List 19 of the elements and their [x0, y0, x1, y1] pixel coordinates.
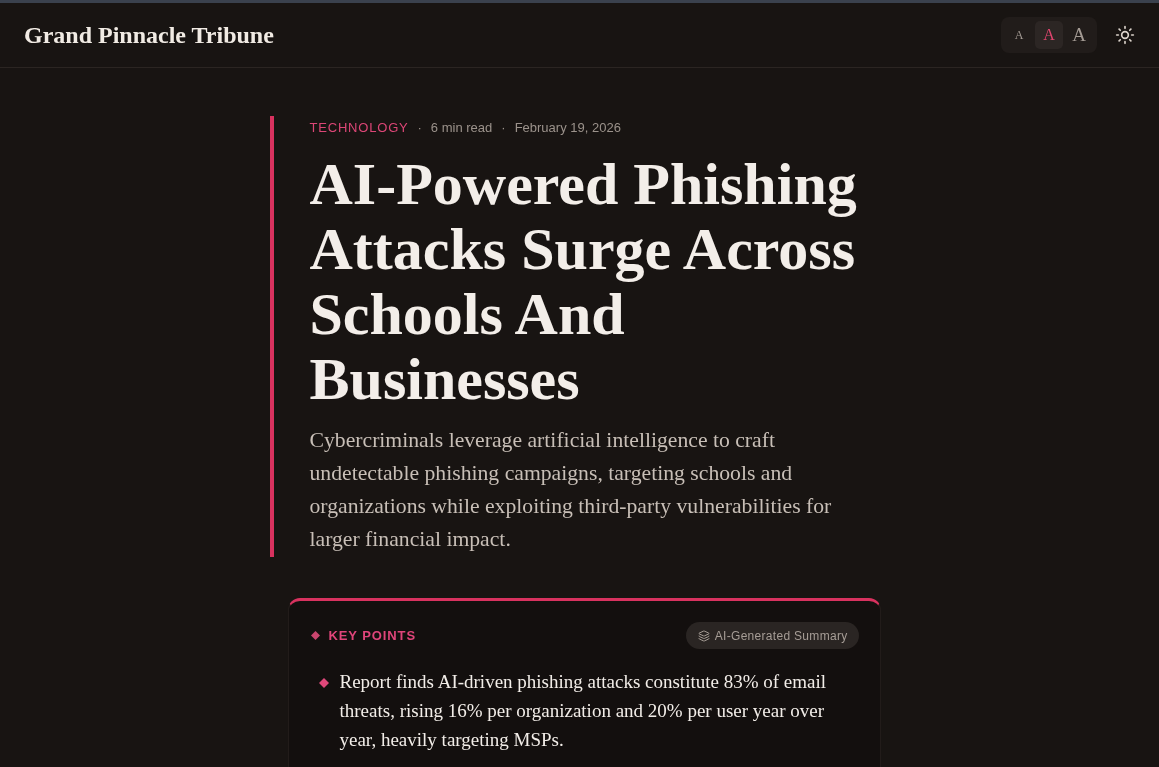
- key-points-heading: KEY POINTS: [328, 628, 416, 643]
- summary-label: AI-Generated Summary: [714, 628, 848, 643]
- read-time: 6 min read: [430, 119, 493, 135]
- article-summary: Cybercriminals leverage artificial intelligence to craft undetectable phishing campaigns, targeting schools and organizations while exploiting third-party vulnerabilities for larger financial impact.: [309, 427, 833, 553]
- category-label[interactable]: TECHNOLOGY: [309, 119, 409, 135]
- sun-icon: [1115, 25, 1135, 45]
- meta-separator: ·: [501, 119, 506, 135]
- text-size-button[interactable]: A: [1035, 21, 1063, 49]
- diamond-bullet-icon: [318, 678, 329, 688]
- publish-date: February 19, 2026: [514, 119, 621, 135]
- theme-toggle-button[interactable]: [1115, 25, 1135, 45]
- key-point-text: Report finds AI-driven phishing attacks constitute 83% of email threats, rising 16% per organization and 20% per user year over year, heavily targeting MSPs.: [339, 670, 827, 752]
- site-title: Grand Pinnacle Tribune: [24, 21, 274, 49]
- diamond-icon: [310, 631, 320, 640]
- article-title: AI-Powered Phishing Attacks Surge Across Schools And Businesses: [309, 152, 858, 412]
- text-size-button[interactable]: A: [1005, 21, 1033, 49]
- text-size-button[interactable]: A: [1065, 21, 1093, 49]
- layers-icon: [697, 629, 710, 642]
- meta-separator: ·: [417, 119, 422, 135]
